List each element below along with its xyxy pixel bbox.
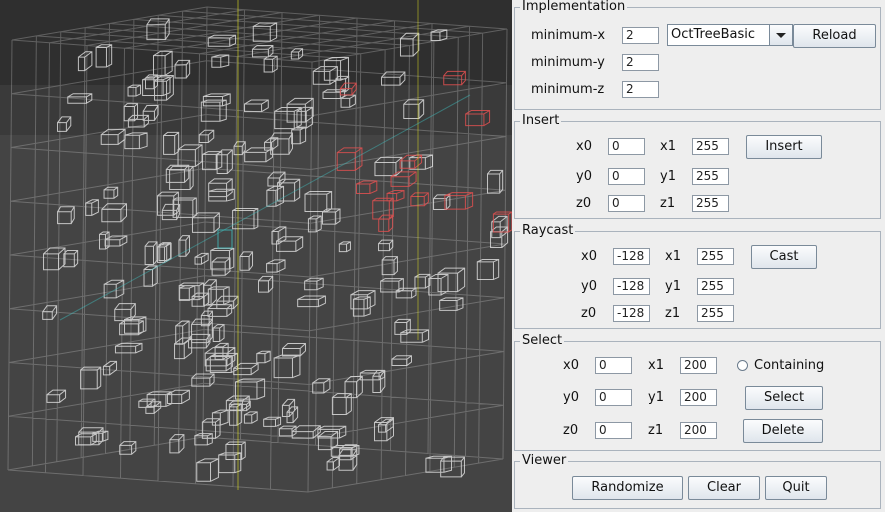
- select-z0-label: z0: [563, 423, 579, 438]
- select-button[interactable]: Select: [745, 386, 823, 410]
- insert-x0-field[interactable]: 0: [608, 138, 645, 155]
- insert-z1-field[interactable]: 255: [692, 195, 729, 212]
- implementation-type-select[interactable]: OctTreeBasic: [667, 24, 793, 46]
- select-y0-label: y0: [563, 390, 579, 405]
- raycast-group: Raycast x0 -128 x1 255 y0 -128 y1 255 z0…: [514, 223, 881, 329]
- minimum-y-label: minimum-y: [531, 55, 605, 70]
- select-y0-field[interactable]: 0: [595, 389, 632, 406]
- select-title: Select: [520, 333, 565, 349]
- select-x0-label: x0: [563, 358, 579, 373]
- select-z1-field[interactable]: 200: [680, 422, 717, 439]
- implementation-type-value: OctTreeBasic: [671, 27, 755, 42]
- insert-z1-label: z1: [660, 196, 676, 211]
- raycast-y1-field[interactable]: 255: [697, 278, 734, 295]
- raycast-x1-label: x1: [665, 249, 681, 264]
- select-y1-label: y1: [648, 390, 664, 405]
- implementation-group: Implementation minimum-x 2 minimum-y 2 m…: [514, 0, 881, 110]
- cast-button[interactable]: Cast: [751, 245, 817, 269]
- implementation-title: Implementation: [520, 0, 628, 15]
- raycast-y0-label: y0: [581, 279, 597, 294]
- minimum-y-field[interactable]: 2: [622, 54, 659, 71]
- select-z1-label: z1: [648, 423, 664, 438]
- raycast-z0-label: z0: [581, 306, 597, 321]
- raycast-x1-field[interactable]: 255: [697, 248, 734, 265]
- select-x1-field[interactable]: 200: [680, 357, 717, 374]
- insert-group: Insert x0 0 x1 255 y0 0 y1 255 z0 0 z1 2…: [514, 113, 881, 219]
- raycast-x0-field[interactable]: -128: [613, 248, 650, 265]
- insert-button[interactable]: Insert: [746, 135, 822, 159]
- insert-z0-field[interactable]: 0: [608, 195, 645, 212]
- insert-x1-field[interactable]: 255: [692, 138, 729, 155]
- select-x1-label: x1: [648, 358, 664, 373]
- insert-x0-label: x0: [576, 139, 592, 154]
- viewport-horizon: [0, 85, 512, 135]
- select-y1-field[interactable]: 200: [680, 389, 717, 406]
- viewer-group: Viewer Randomize Clear Quit: [514, 453, 881, 509]
- select-x0-field[interactable]: 0: [595, 357, 632, 374]
- raycast-title: Raycast: [520, 223, 576, 239]
- control-panel: Implementation minimum-x 2 minimum-y 2 m…: [512, 0, 885, 512]
- insert-y0-field[interactable]: 0: [608, 168, 645, 185]
- select-z0-field[interactable]: 0: [595, 422, 632, 439]
- raycast-x0-label: x0: [581, 249, 597, 264]
- minimum-z-label: minimum-z: [531, 82, 605, 97]
- raycast-y1-label: y1: [665, 279, 681, 294]
- minimum-x-field[interactable]: 2: [622, 27, 659, 44]
- insert-y0-label: y0: [576, 169, 592, 184]
- viewport-sky: [0, 0, 512, 85]
- containing-radio[interactable]: [737, 360, 748, 371]
- randomize-button[interactable]: Randomize: [572, 476, 683, 500]
- chevron-down-icon[interactable]: [769, 25, 792, 45]
- clear-button[interactable]: Clear: [688, 476, 760, 500]
- containing-label[interactable]: Containing: [754, 358, 824, 374]
- insert-x1-label: x1: [660, 139, 676, 154]
- octree-3d-viewport[interactable]: [0, 0, 512, 512]
- raycast-z0-field[interactable]: -128: [613, 305, 650, 322]
- insert-y1-field[interactable]: 255: [692, 168, 729, 185]
- reload-button[interactable]: Reload: [793, 24, 876, 48]
- raycast-z1-field[interactable]: 255: [697, 305, 734, 322]
- insert-title: Insert: [520, 113, 562, 129]
- viewer-title: Viewer: [520, 453, 569, 469]
- raycast-y0-field[interactable]: -128: [613, 278, 650, 295]
- insert-y1-label: y1: [660, 169, 676, 184]
- insert-z0-label: z0: [576, 196, 592, 211]
- minimum-z-field[interactable]: 2: [622, 81, 659, 98]
- quit-button[interactable]: Quit: [765, 476, 827, 500]
- delete-button[interactable]: Delete: [743, 419, 823, 443]
- minimum-x-label: minimum-x: [531, 28, 606, 43]
- octree-scene[interactable]: [0, 0, 512, 512]
- select-group: Select x0 0 x1 200 y0 0 y1 200 z0 0 z1 2…: [514, 333, 881, 451]
- raycast-z1-label: z1: [665, 306, 681, 321]
